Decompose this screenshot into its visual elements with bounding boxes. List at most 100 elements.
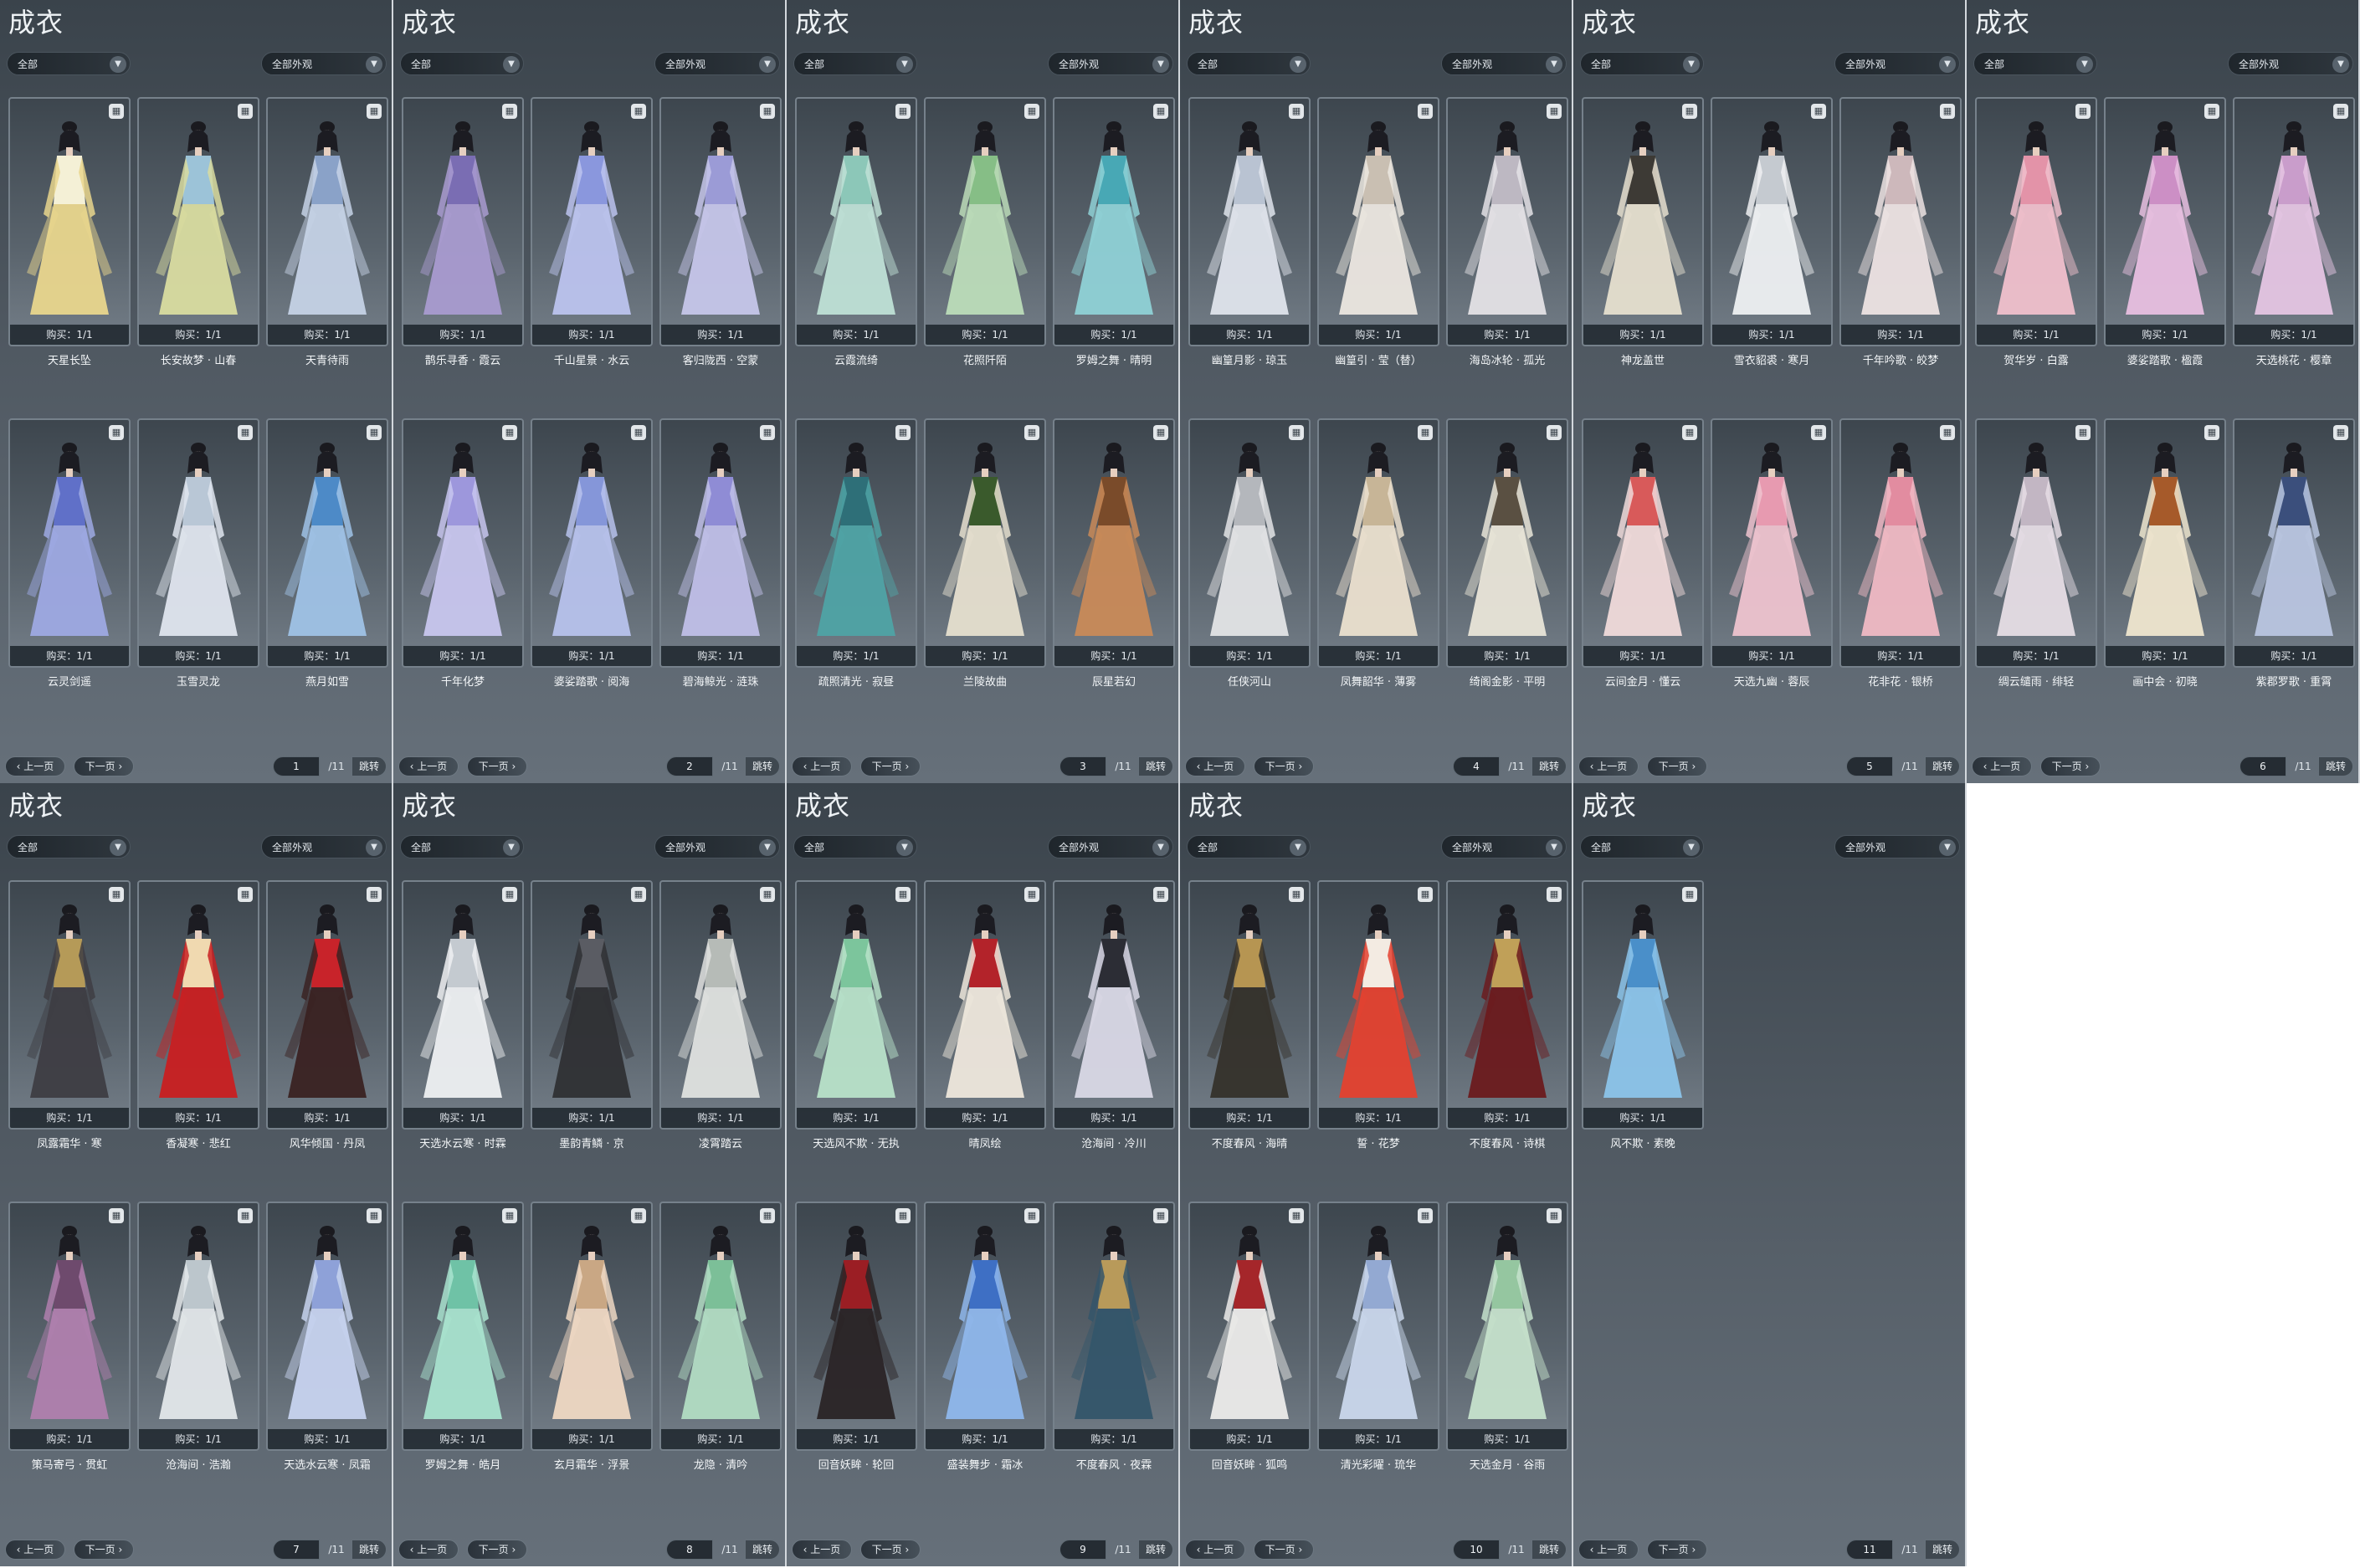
outfit-card[interactable]: ▦ 购买：1/1 <box>137 97 259 346</box>
page-number-input[interactable]: 5 <box>1846 756 1893 776</box>
chevron-down-icon[interactable]: ▼ <box>1683 839 1700 856</box>
chevron-down-icon[interactable]: ▼ <box>759 839 776 856</box>
jump-button[interactable]: 跳转 <box>1138 1540 1173 1560</box>
outfit-card[interactable]: ▦ 购买：1/1 <box>266 97 388 346</box>
chevron-down-icon[interactable]: ▼ <box>2332 56 2349 73</box>
prev-page-button[interactable]: ‹ 上一页 <box>1185 1540 1245 1560</box>
outfit-card[interactable]: ▦ 购买：1/1 <box>1582 97 1704 346</box>
page-number-input[interactable]: 2 <box>666 756 713 776</box>
prev-page-button[interactable]: ‹ 上一页 <box>5 1540 65 1560</box>
outfit-card[interactable]: ▦ 购买：1/1 <box>1446 418 1568 668</box>
category-dropdown[interactable]: 全部 ▼ <box>7 835 131 858</box>
outfit-card[interactable]: ▦ 购买：1/1 <box>137 418 259 668</box>
prev-page-button[interactable]: ‹ 上一页 <box>1972 756 2032 776</box>
category-dropdown[interactable]: 全部 ▼ <box>1187 52 1311 75</box>
outfit-card[interactable]: ▦ 购买：1/1 <box>2104 418 2226 668</box>
outfit-card[interactable]: ▦ 购买：1/1 <box>795 97 917 346</box>
outfit-card[interactable]: ▦ 购买：1/1 <box>1839 418 1962 668</box>
chevron-down-icon[interactable]: ▼ <box>896 56 913 73</box>
page-number-input[interactable]: 1 <box>273 756 320 776</box>
outfit-card[interactable]: ▦ 购买：1/1 <box>1317 418 1439 668</box>
appearance-dropdown[interactable]: 全部外观 ▼ <box>1048 52 1173 75</box>
jump-button[interactable]: 跳转 <box>1925 756 1960 776</box>
appearance-dropdown[interactable]: 全部外观 ▼ <box>1048 835 1173 858</box>
outfit-card[interactable]: ▦ 购买：1/1 <box>659 97 782 346</box>
appearance-dropdown[interactable]: 全部外观 ▼ <box>261 835 387 858</box>
page-number-input[interactable]: 3 <box>1059 756 1106 776</box>
chevron-down-icon[interactable]: ▼ <box>1546 56 1562 73</box>
next-page-button[interactable]: 下一页 › <box>1647 756 1707 776</box>
jump-button[interactable]: 跳转 <box>1925 1540 1960 1560</box>
page-number-input[interactable]: 6 <box>2239 756 2286 776</box>
page-number-input[interactable]: 10 <box>1453 1540 1500 1560</box>
outfit-card[interactable]: ▦ 购买：1/1 <box>659 880 782 1130</box>
next-page-button[interactable]: 下一页 › <box>860 1540 921 1560</box>
outfit-card[interactable]: ▦ 购买：1/1 <box>1317 97 1439 346</box>
outfit-card[interactable]: ▦ 购买：1/1 <box>531 880 653 1130</box>
appearance-dropdown[interactable]: 全部外观 ▼ <box>1834 52 1960 75</box>
outfit-card[interactable]: ▦ 购买：1/1 <box>795 418 917 668</box>
jump-button[interactable]: 跳转 <box>745 1540 780 1560</box>
outfit-card[interactable]: ▦ 购买：1/1 <box>1188 880 1311 1130</box>
appearance-dropdown[interactable]: 全部外观 ▼ <box>1441 835 1567 858</box>
outfit-card[interactable]: ▦ 购买：1/1 <box>1446 880 1568 1130</box>
chevron-down-icon[interactable]: ▼ <box>2076 56 2093 73</box>
outfit-card[interactable]: ▦ 购买：1/1 <box>2233 418 2355 668</box>
outfit-card[interactable]: ▦ 购买：1/1 <box>659 1202 782 1451</box>
outfit-card[interactable]: ▦ 购买：1/1 <box>1839 97 1962 346</box>
jump-button[interactable]: 跳转 <box>1531 1540 1567 1560</box>
chevron-down-icon[interactable]: ▼ <box>1152 839 1169 856</box>
outfit-card[interactable]: ▦ 购买：1/1 <box>402 418 524 668</box>
next-page-button[interactable]: 下一页 › <box>860 756 921 776</box>
outfit-card[interactable]: ▦ 购买：1/1 <box>795 880 917 1130</box>
outfit-card[interactable]: ▦ 购买：1/1 <box>1188 1202 1311 1451</box>
outfit-card[interactable]: ▦ 购买：1/1 <box>8 1202 131 1451</box>
appearance-dropdown[interactable]: 全部外观 ▼ <box>1834 835 1960 858</box>
outfit-card[interactable]: ▦ 购买：1/1 <box>2104 97 2226 346</box>
category-dropdown[interactable]: 全部 ▼ <box>1580 835 1704 858</box>
outfit-card[interactable]: ▦ 购买：1/1 <box>266 880 388 1130</box>
jump-button[interactable]: 跳转 <box>351 1540 387 1560</box>
chevron-down-icon[interactable]: ▼ <box>1290 56 1306 73</box>
outfit-card[interactable]: ▦ 购买：1/1 <box>1446 1202 1568 1451</box>
chevron-down-icon[interactable]: ▼ <box>759 56 776 73</box>
outfit-card[interactable]: ▦ 购买：1/1 <box>1188 97 1311 346</box>
outfit-card[interactable]: ▦ 购买：1/1 <box>1053 1202 1175 1451</box>
prev-page-button[interactable]: ‹ 上一页 <box>1578 1540 1639 1560</box>
prev-page-button[interactable]: ‹ 上一页 <box>5 756 65 776</box>
page-number-input[interactable]: 9 <box>1059 1540 1106 1560</box>
outfit-card[interactable]: ▦ 购买：1/1 <box>8 97 131 346</box>
chevron-down-icon[interactable]: ▼ <box>1683 56 1700 73</box>
outfit-card[interactable]: ▦ 购买：1/1 <box>1975 97 2097 346</box>
prev-page-button[interactable]: ‹ 上一页 <box>398 1540 459 1560</box>
outfit-card[interactable]: ▦ 购买：1/1 <box>531 97 653 346</box>
outfit-card[interactable]: ▦ 购买：1/1 <box>266 1202 388 1451</box>
outfit-card[interactable]: ▦ 购买：1/1 <box>659 418 782 668</box>
chevron-down-icon[interactable]: ▼ <box>503 839 520 856</box>
category-dropdown[interactable]: 全部 ▼ <box>793 835 917 858</box>
outfit-card[interactable]: ▦ 购买：1/1 <box>402 1202 524 1451</box>
next-page-button[interactable]: 下一页 › <box>2040 756 2101 776</box>
outfit-card[interactable]: ▦ 购买：1/1 <box>1053 880 1175 1130</box>
outfit-card[interactable]: ▦ 购买：1/1 <box>266 418 388 668</box>
next-page-button[interactable]: 下一页 › <box>1254 756 1314 776</box>
jump-button[interactable]: 跳转 <box>1531 756 1567 776</box>
chevron-down-icon[interactable]: ▼ <box>1546 839 1562 856</box>
next-page-button[interactable]: 下一页 › <box>1647 1540 1707 1560</box>
prev-page-button[interactable]: ‹ 上一页 <box>398 756 459 776</box>
page-number-input[interactable]: 8 <box>666 1540 713 1560</box>
outfit-card[interactable]: ▦ 购买：1/1 <box>1975 418 2097 668</box>
next-page-button[interactable]: 下一页 › <box>467 756 527 776</box>
chevron-down-icon[interactable]: ▼ <box>1939 839 1956 856</box>
appearance-dropdown[interactable]: 全部外观 ▼ <box>261 52 387 75</box>
category-dropdown[interactable]: 全部 ▼ <box>7 52 131 75</box>
page-number-input[interactable]: 11 <box>1846 1540 1893 1560</box>
jump-button[interactable]: 跳转 <box>351 756 387 776</box>
chevron-down-icon[interactable]: ▼ <box>1152 56 1169 73</box>
outfit-card[interactable]: ▦ 购买：1/1 <box>137 880 259 1130</box>
category-dropdown[interactable]: 全部 ▼ <box>400 835 524 858</box>
appearance-dropdown[interactable]: 全部外观 ▼ <box>1441 52 1567 75</box>
outfit-card[interactable]: ▦ 购买：1/1 <box>1317 880 1439 1130</box>
chevron-down-icon[interactable]: ▼ <box>366 56 382 73</box>
jump-button[interactable]: 跳转 <box>2318 756 2353 776</box>
